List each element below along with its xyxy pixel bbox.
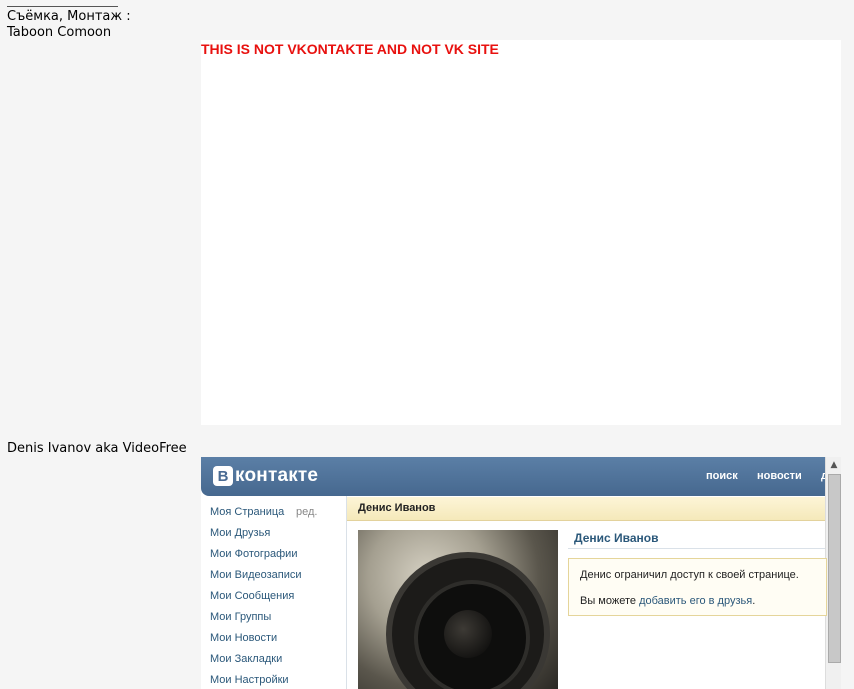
sidebar-item-settings[interactable]: Мои Настройки: [210, 674, 289, 686]
nav-search-link[interactable]: поиск: [706, 470, 738, 482]
credits-line-1: Съёмка, Монтаж :: [7, 9, 131, 24]
page-title: Денис Иванов: [358, 502, 436, 514]
sidebar-item-photos[interactable]: Мои Фотографии: [210, 548, 297, 560]
nav-news-link[interactable]: новости: [757, 470, 802, 482]
sidebar-item-videos[interactable]: Мои Видеозаписи: [210, 569, 302, 581]
sidebar-item-messages[interactable]: Мои Сообщения: [210, 590, 294, 602]
vk-sidebar: Моя Страница ред. Мои Друзья Мои Фотогра…: [201, 496, 347, 689]
add-friend-link[interactable]: добавить его в друзья: [639, 595, 752, 607]
scroll-thumb[interactable]: [828, 474, 841, 663]
notice-suffix: .: [752, 595, 756, 607]
profile-divider: [568, 548, 825, 549]
credits: Съёмка, Монтаж : Taboon Comoon: [7, 9, 131, 41]
vk-header: В контакте поиск новости д: [201, 457, 828, 496]
sidebar-item-bookmarks[interactable]: Мои Закладки: [210, 653, 282, 665]
scrollbar[interactable]: ▲: [825, 457, 841, 689]
profile-title-bar: Денис Иванов: [347, 497, 825, 521]
vk-logo[interactable]: В контакте: [213, 465, 318, 487]
sidebar-item-news[interactable]: Мои Новости: [210, 632, 277, 644]
video-panel: [201, 40, 841, 425]
notice-text: Денис ограничил доступ к своей странице.: [580, 569, 799, 581]
author-caption: Denis Ivanov aka VideoFree: [7, 441, 187, 456]
profile-name: Денис Иванов: [574, 531, 659, 545]
profile-photo[interactable]: [358, 530, 558, 689]
sidebar-item-my-page[interactable]: Моя Страница: [210, 506, 284, 518]
vk-logo-icon: В: [213, 466, 233, 486]
privacy-notice: Денис ограничил доступ к своей странице.…: [568, 558, 827, 616]
top-divider: [7, 6, 118, 7]
sidebar-item-groups[interactable]: Мои Группы: [210, 611, 271, 623]
scroll-up-icon[interactable]: ▲: [826, 457, 841, 473]
vk-screenshot-frame: В контакте поиск новости д ▲ Моя Страниц…: [201, 457, 841, 689]
credits-line-2: Taboon Comoon: [7, 25, 112, 40]
notice-prefix: Вы можете: [580, 595, 640, 607]
sidebar-edit-link[interactable]: ред.: [296, 506, 317, 518]
warning-text: THIS IS NOT VKONTAKTE AND NOT VK SITE: [201, 41, 499, 57]
notice-action: Вы можете добавить его в друзья.: [580, 595, 755, 607]
sidebar-item-friends[interactable]: Мои Друзья: [210, 527, 270, 539]
vk-logo-text: контакте: [235, 465, 319, 486]
camera-lens-image: [386, 552, 550, 689]
